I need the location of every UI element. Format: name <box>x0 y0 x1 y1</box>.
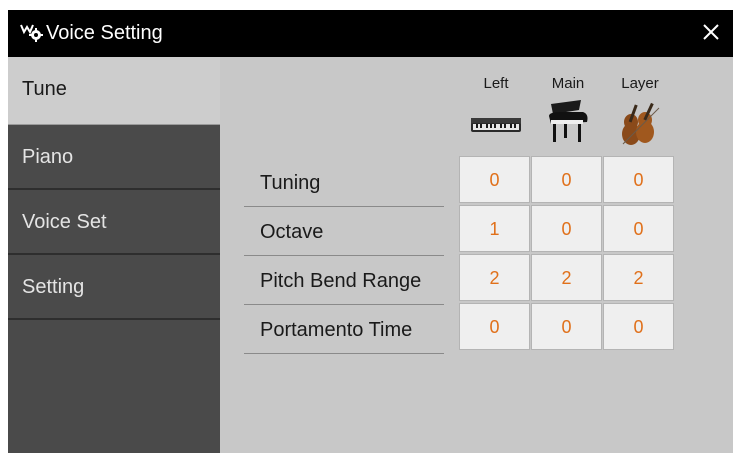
keyboard-gear-icon <box>20 23 44 43</box>
tab-voice-set[interactable]: Voice Set <box>8 190 220 255</box>
title-bar: Voice Setting <box>8 10 733 57</box>
pitch-bend-range-left-value[interactable]: 2 <box>459 254 530 301</box>
close-button[interactable] <box>693 16 729 52</box>
column-header-left: Left <box>483 75 509 92</box>
octave-main-value[interactable]: 0 <box>531 205 602 252</box>
column-header-main: Main <box>551 75 585 92</box>
row-label-tuning: Tuning <box>244 158 444 207</box>
tuning-main-value[interactable]: 0 <box>531 156 602 203</box>
tab-piano[interactable]: Piano <box>8 125 220 190</box>
row-label-octave: Octave <box>244 207 444 256</box>
row-label-pitch-bend-range: Pitch Bend Range <box>244 256 444 305</box>
voice-setting-screen: Voice Setting Tune Piano Voice Set Setti… <box>8 10 733 453</box>
tab-label: Voice Set <box>22 211 107 233</box>
pitch-bend-range-main-value[interactable]: 2 <box>531 254 602 301</box>
tab-setting[interactable]: Setting <box>8 255 220 320</box>
tuning-layer-value[interactable]: 0 <box>603 156 674 203</box>
portamento-time-layer-value[interactable]: 0 <box>603 303 674 350</box>
tab-label: Tune <box>22 78 67 100</box>
keyboard-icon <box>459 98 533 148</box>
tab-label: Piano <box>22 146 74 168</box>
octave-layer-value[interactable]: 0 <box>603 205 674 252</box>
octave-left-value[interactable]: 1 <box>459 205 530 252</box>
portamento-time-left-value[interactable]: 0 <box>459 303 530 350</box>
tuning-left-value[interactable]: 0 <box>459 156 530 203</box>
tab-label: Setting <box>22 276 85 298</box>
window-title: Voice Setting <box>46 22 163 44</box>
sidebar: Tune Piano Voice Set Setting <box>8 57 220 453</box>
portamento-time-main-value[interactable]: 0 <box>531 303 602 350</box>
close-icon <box>702 23 720 46</box>
row-label-portamento-time: Portamento Time <box>244 305 444 354</box>
column-header-layer: Layer <box>621 75 659 92</box>
grand-piano-icon <box>531 98 605 148</box>
pitch-bend-range-layer-value[interactable]: 2 <box>603 254 674 301</box>
tab-tune[interactable]: Tune <box>8 57 220 125</box>
strings-icon <box>603 98 677 148</box>
